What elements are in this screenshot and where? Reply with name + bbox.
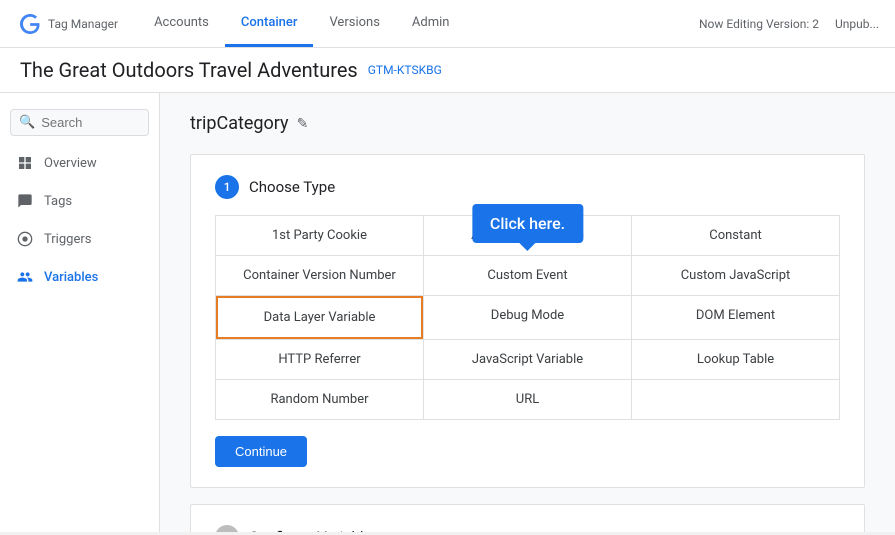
- sidebar-overview-label: Overview: [44, 156, 97, 171]
- sidebar-item-tags[interactable]: Tags: [0, 182, 159, 220]
- page-title: The Great Outdoors Travel Adventures: [20, 58, 358, 82]
- google-logo: [16, 10, 44, 38]
- type-constant[interactable]: Constant: [632, 216, 839, 255]
- editing-status: Now Editing Version: 2: [699, 17, 819, 31]
- continue-button[interactable]: Continue: [215, 436, 307, 467]
- logo-area: Tag Manager: [16, 10, 118, 38]
- container-id: GTM-KTSKBG: [368, 63, 442, 77]
- variables-icon: [16, 268, 34, 286]
- nav-versions[interactable]: Versions: [313, 0, 395, 47]
- step1-header: 1 Choose Type: [215, 175, 840, 199]
- step2-number: 2: [215, 525, 239, 532]
- type-http-referrer[interactable]: HTTP Referrer: [216, 340, 423, 379]
- step2-header: 2 Configure Variable: [215, 525, 840, 532]
- search-box[interactable]: 🔍: [10, 109, 149, 136]
- variable-title: tripCategory: [190, 113, 289, 134]
- type-container-version-number[interactable]: Container Version Number: [216, 256, 423, 295]
- type-dom-element[interactable]: DOM Element: [632, 296, 839, 339]
- triggers-icon: [16, 230, 34, 248]
- click-tooltip: Click here.: [472, 204, 583, 243]
- type-data-layer-variable[interactable]: Data Layer Variable: [216, 296, 423, 339]
- sidebar-item-triggers[interactable]: Triggers: [0, 220, 159, 258]
- sidebar: 🔍 Overview Tags: [0, 93, 160, 532]
- search-icon: 🔍: [19, 115, 35, 130]
- main-layout: 🔍 Overview Tags: [0, 93, 895, 532]
- nav-admin[interactable]: Admin: [396, 0, 466, 47]
- type-random-number[interactable]: Random Number: [216, 380, 423, 419]
- step1-title: Choose Type: [249, 178, 335, 196]
- type-debug-mode[interactable]: Debug Mode: [424, 296, 631, 339]
- type-custom-event-container[interactable]: Click here. Custom Event: [424, 256, 631, 295]
- sidebar-tags-label: Tags: [44, 194, 72, 209]
- type-1st-party-cookie[interactable]: 1st Party Cookie: [216, 216, 423, 255]
- page-title-bar: The Great Outdoors Travel Adventures GTM…: [0, 48, 895, 93]
- type-javascript-variable[interactable]: JavaScript Variable: [424, 340, 631, 379]
- variable-header: tripCategory ✎: [190, 113, 865, 134]
- type-lookup-table[interactable]: Lookup Table: [632, 340, 839, 379]
- main-content: tripCategory ✎ 1 Choose Type 1st Party C…: [160, 93, 895, 532]
- nav-links: Accounts Container Versions Admin: [138, 0, 465, 47]
- step2-card: 2 Configure Variable Create Variable Can…: [190, 504, 865, 532]
- sidebar-triggers-label: Triggers: [44, 232, 91, 247]
- publish-status: Unpub...: [835, 17, 879, 31]
- step1-number: 1: [215, 175, 239, 199]
- top-right-info: Now Editing Version: 2 Unpub...: [699, 17, 879, 31]
- overview-icon: [16, 154, 34, 172]
- gtm-logo-text: Tag Manager: [48, 17, 118, 31]
- nav-accounts[interactable]: Accounts: [138, 0, 225, 47]
- type-custom-javascript[interactable]: Custom JavaScript: [632, 256, 839, 295]
- step1-card: 1 Choose Type 1st Party Cookie Auto-Even…: [190, 154, 865, 488]
- step2-title: Configure Variable: [249, 528, 372, 532]
- top-nav: Tag Manager Accounts Container Versions …: [0, 0, 895, 48]
- search-input[interactable]: [41, 115, 140, 130]
- sidebar-item-variables[interactable]: Variables: [0, 258, 159, 296]
- nav-container[interactable]: Container: [225, 0, 314, 47]
- sidebar-item-overview[interactable]: Overview: [0, 144, 159, 182]
- type-url[interactable]: URL: [424, 380, 631, 419]
- tags-icon: [16, 192, 34, 210]
- type-empty: [632, 380, 839, 419]
- edit-icon[interactable]: ✎: [297, 116, 309, 132]
- type-grid: 1st Party Cookie Auto-Event Variable Con…: [215, 215, 840, 420]
- sidebar-variables-label: Variables: [44, 270, 98, 285]
- step1-buttons: Continue: [215, 436, 840, 467]
